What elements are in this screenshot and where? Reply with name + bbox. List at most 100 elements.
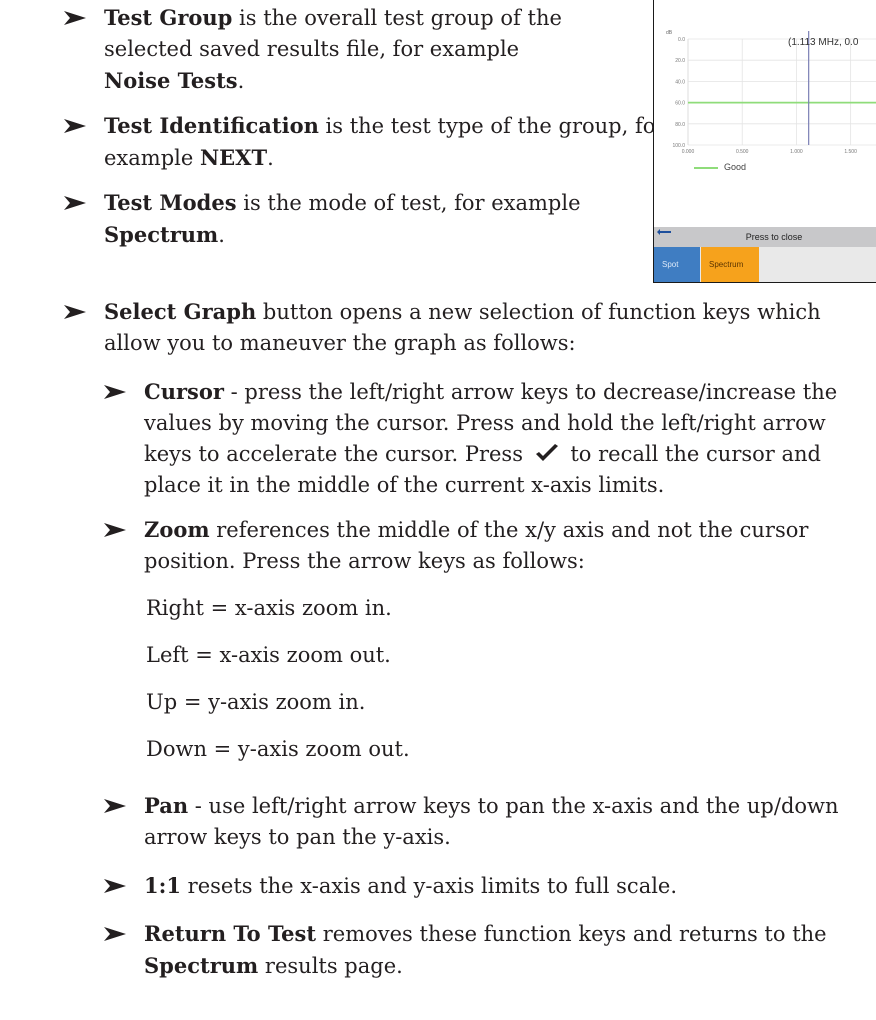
- zoom-up: Up = y-axis zoom in.: [146, 690, 366, 714]
- bullet-arrow-icon: [104, 385, 126, 399]
- bold-term: 1:1: [144, 873, 181, 898]
- text-run: place it in the middle of the current x-…: [144, 473, 665, 497]
- text-run: values by moving the cursor. Press and h…: [144, 411, 826, 435]
- text-run: button opens a new selection of function…: [256, 300, 821, 324]
- bullet-pan: Pan - use left/right arrow keys to pan t…: [104, 790, 874, 852]
- cursor-readout: (1.113 MHz, 0.0: [788, 37, 859, 48]
- zoom-down: Down = y-axis zoom out.: [146, 737, 410, 761]
- bold-term: Noise Tests: [104, 68, 238, 93]
- text-run: - use left/right arrow keys to pan the x…: [188, 794, 839, 818]
- bullet-arrow-icon: [104, 799, 126, 813]
- bullet-arrow-icon: [104, 523, 126, 537]
- bold-term: Return To Test: [144, 921, 317, 946]
- text-run: - press the left/right arrow keys to dec…: [223, 380, 838, 404]
- bullet-test-identification: Test Identification is the test type of …: [64, 110, 665, 172]
- bold-term: Select Graph: [104, 299, 257, 324]
- x-tick-label: 0.500: [736, 149, 749, 155]
- text-run: .: [218, 223, 225, 247]
- text-line: Pan - use left/right arrow keys to pan t…: [144, 790, 839, 822]
- legend: Good: [694, 162, 746, 172]
- y-tick-label: 60.0: [675, 101, 685, 107]
- text-run: keys to accelerate the cursor. Press: [144, 442, 530, 466]
- bullet-return-to-test: Return To Test removes these function ke…: [104, 918, 874, 980]
- text-line: Test Identification is the test type of …: [104, 110, 665, 142]
- bullet-arrow-icon: [64, 196, 86, 210]
- bullet-select-graph: Select Graph button opens a new selectio…: [64, 296, 864, 358]
- check-icon: [535, 444, 558, 461]
- y-tick-label: 0.0: [678, 37, 685, 43]
- text-run: is the test type of the group, for: [318, 114, 666, 138]
- text-line: Zoom references the middle of the x/y ax…: [144, 514, 808, 546]
- device-screenshot: dB 0.0 20.0 40.0 60.0 80.0 100.0 0.000 0.500 1.…: [653, 0, 876, 283]
- back-arrow-icon: [657, 229, 671, 235]
- text-line: position. Press the arrow keys as follow…: [144, 546, 808, 577]
- manual-page: Test Group is the overall test group of …: [0, 0, 876, 1020]
- status-suffix: to close: [771, 232, 803, 242]
- zoom-right: Right = x-axis zoom in.: [146, 596, 392, 620]
- y-tick-label: 80.0: [675, 122, 685, 128]
- text-run: to recall the cursor and: [563, 442, 821, 466]
- bullet-arrow-icon: [64, 305, 86, 319]
- bullet-test-group: Test Group is the overall test group of …: [64, 2, 654, 95]
- text-line: values by moving the cursor. Press and h…: [144, 408, 837, 439]
- bullet-zoom: Zoom references the middle of the x/y ax…: [104, 514, 874, 576]
- bold-term: Test Identification: [104, 113, 319, 138]
- text-line: arrow keys to pan the y-axis.: [144, 822, 839, 853]
- bold-term: Zoom: [144, 517, 210, 542]
- text-run: arrow keys to pan the y-axis.: [144, 825, 451, 849]
- text-line: Test Modes is the mode of test, for exam…: [104, 187, 581, 219]
- text-run: results page.: [258, 954, 403, 978]
- legend-swatch-good: [694, 166, 718, 169]
- function-keys: Spot Spectrum: [654, 247, 876, 282]
- text-line: Noise Tests.: [104, 65, 562, 97]
- bullet-arrow-icon: [104, 927, 126, 941]
- x-tick-label: 1.000: [790, 149, 803, 155]
- y-axis: 0.020.040.060.080.0100.0: [672, 37, 876, 149]
- text-run: position. Press the arrow keys as follow…: [144, 549, 585, 573]
- zoom-left: Left = x-axis zoom out.: [146, 643, 391, 667]
- text-line: place it in the middle of the current x-…: [144, 470, 837, 501]
- x-tick-label: 0.000: [682, 149, 695, 155]
- text-line: Cursor - press the left/right arrow keys…: [144, 376, 837, 408]
- bold-term: NEXT: [199, 145, 268, 170]
- text-line: Spectrum results page.: [144, 950, 827, 982]
- status-press: Press: [745, 232, 769, 242]
- text-line: Test Group is the overall test group of …: [104, 2, 562, 34]
- text-line: Spectrum.: [104, 219, 581, 251]
- text-line: Select Graph button opens a new selectio…: [104, 296, 821, 328]
- bold-term: Spectrum: [104, 222, 219, 247]
- y-unit-label: dB: [666, 30, 673, 36]
- text-run: resets the x-axis and y-axis limits to f…: [180, 874, 678, 898]
- bold-term: Test Group: [104, 5, 233, 30]
- bullet-cursor: Cursor - press the left/right arrow keys…: [104, 376, 874, 500]
- text-run: is the mode of test, for example: [236, 191, 581, 215]
- y-tick-label: 40.0: [675, 79, 685, 85]
- text-run: is the overall test group of the: [232, 6, 562, 30]
- y-tick-label: 20.0: [675, 58, 685, 64]
- text-line: selected saved results file, for example: [104, 34, 562, 65]
- bullet-one-to-one: 1:1 resets the x-axis and y-axis limits …: [104, 870, 874, 901]
- text-line: keys to accelerate the cursor. Press to …: [144, 439, 837, 470]
- bold-term: Test Modes: [104, 190, 237, 215]
- bullet-arrow-icon: [64, 119, 86, 133]
- spectrum-key[interactable]: Spectrum: [701, 247, 759, 282]
- spot-key[interactable]: Spot: [654, 247, 700, 282]
- bullet-test-modes: Test Modes is the mode of test, for exam…: [64, 187, 654, 249]
- bold-term: Spectrum: [144, 953, 259, 978]
- text-line: 1:1 resets the x-axis and y-axis limits …: [144, 870, 677, 902]
- text-run: allow you to maneuver the graph as follo…: [104, 331, 576, 355]
- bold-term: Cursor: [144, 379, 224, 404]
- text-run: .: [267, 146, 274, 170]
- x-tick-label: 1.500: [844, 149, 857, 155]
- legend-label-good: Good: [724, 162, 747, 172]
- text-run: selected saved results file, for example: [104, 37, 520, 61]
- text-run: .: [237, 69, 245, 93]
- bullet-arrow-icon: [104, 879, 126, 893]
- text-line: example NEXT.: [104, 142, 665, 174]
- status-bar: Press to close: [654, 227, 876, 247]
- text-line: allow you to maneuver the graph as follo…: [104, 328, 821, 359]
- text-run: removes these function keys and returns …: [316, 922, 827, 946]
- text-line: Return To Test removes these function ke…: [144, 918, 827, 950]
- text-run: example: [104, 146, 200, 170]
- x-axis: 0.000 0.500 1.000 1.500: [682, 39, 857, 155]
